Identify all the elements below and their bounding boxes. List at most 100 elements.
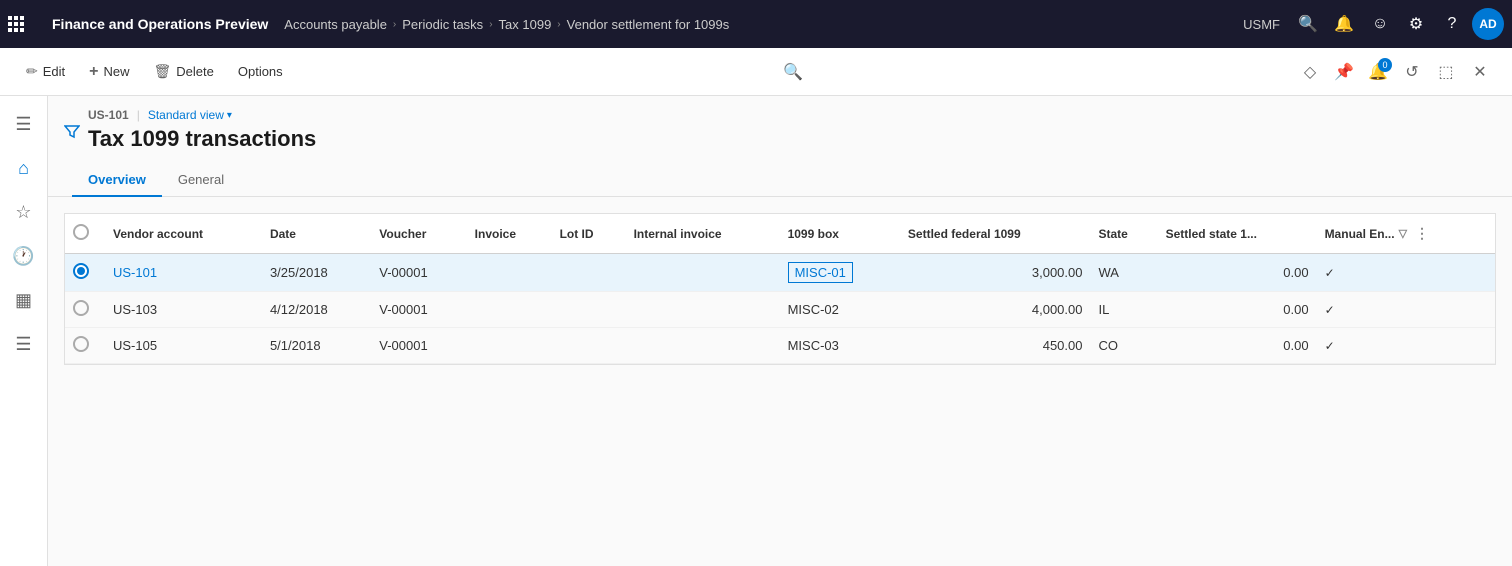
top-navigation-bar: Finance and Operations Preview Accounts … — [0, 0, 1512, 48]
refresh-icon[interactable]: ↺ — [1396, 56, 1428, 88]
row-2-vendor-account[interactable]: US-103 — [105, 292, 262, 328]
delete-button[interactable]: 🗑 Delete — [144, 57, 224, 86]
new-button[interactable]: + New — [79, 57, 139, 87]
edit-button[interactable]: ✏ Edit — [16, 57, 75, 86]
sidebar-workspaces-icon[interactable]: ▦ — [4, 280, 44, 320]
delete-icon: 🗑 — [154, 63, 172, 80]
breadcrumb-sep-1: › — [489, 19, 492, 30]
app-grid-button[interactable] — [8, 16, 24, 32]
toolbar-search-button[interactable]: 🔍 — [777, 56, 809, 88]
row-3-voucher: V-00001 — [371, 328, 466, 364]
breadcrumb-sep-0: › — [393, 19, 396, 30]
row-3-radio[interactable] — [73, 336, 89, 352]
row-1-vendor-account[interactable]: US-101 — [105, 254, 262, 292]
edit-icon: ✏ — [26, 63, 38, 80]
col-manual-en: Manual En... ▽ ⋮ — [1317, 214, 1495, 254]
row-3-lot-id — [552, 328, 626, 364]
row-1-state: WA — [1090, 254, 1157, 292]
row-3-vendor-account[interactable]: US-105 — [105, 328, 262, 364]
column-menu-icon[interactable]: ⋮ — [1415, 225, 1429, 242]
new-label: New — [103, 64, 129, 79]
feedback-button[interactable]: ☺ — [1364, 8, 1396, 40]
bell-icon: 🔔 — [1334, 14, 1354, 34]
row-2-settled-federal: 4,000.00 — [900, 292, 1091, 328]
options-button[interactable]: Options — [228, 58, 293, 85]
view-selector: US-101 | Standard view ▾ — [88, 108, 1488, 122]
col-lot-id: Lot ID — [552, 214, 626, 254]
sidebar-recent-icon[interactable]: 🕐 — [4, 236, 44, 276]
table-row[interactable]: US-101 3/25/2018 V-00001 MISC-01 3,000.0… — [65, 254, 1495, 292]
row-2-invoice — [467, 292, 552, 328]
options-label: Options — [238, 64, 283, 79]
left-sidebar: ☰ ⌂ ☆ 🕐 ▦ ☰ — [0, 96, 48, 566]
view-name-dropdown[interactable]: Standard view ▾ — [148, 108, 232, 122]
column-filter-icon[interactable]: ▽ — [1399, 227, 1407, 240]
select-all-header[interactable] — [65, 214, 105, 254]
delete-label: Delete — [176, 64, 214, 79]
notifications-icon[interactable]: 0 🔔 — [1362, 56, 1394, 88]
checkmark-icon-1: ✓ — [1325, 266, 1335, 280]
breadcrumb-item-2[interactable]: Tax 1099 — [499, 17, 552, 32]
filter-funnel-icon[interactable] — [64, 124, 80, 143]
org-label: USMF — [1243, 17, 1280, 32]
row-2-state: IL — [1090, 292, 1157, 328]
tab-general[interactable]: General — [162, 164, 240, 197]
row-1-radio[interactable] — [73, 263, 89, 279]
breadcrumb-sep-2: › — [557, 19, 560, 30]
select-all-checkbox[interactable] — [73, 224, 89, 240]
settings-button[interactable]: ⚙ — [1400, 8, 1432, 40]
row-1-lot-id — [552, 254, 626, 292]
sidebar-home-icon[interactable]: ⌂ — [4, 148, 44, 188]
row-1-select[interactable] — [65, 254, 105, 292]
view-id-label: US-101 — [88, 108, 129, 122]
user-avatar-button[interactable]: AD — [1472, 8, 1504, 40]
table-row[interactable]: US-105 5/1/2018 V-00001 MISC-03 450.00 C… — [65, 328, 1495, 364]
row-2-select[interactable] — [65, 292, 105, 328]
row-3-invoice — [467, 328, 552, 364]
notification-bell-button[interactable]: 🔔 — [1328, 8, 1360, 40]
open-new-window-icon[interactable]: ⬚ — [1430, 56, 1462, 88]
col-manual-en-header: Manual En... ▽ ⋮ — [1325, 225, 1487, 242]
row-2-date: 4/12/2018 — [262, 292, 371, 328]
tabs-bar: Overview General — [48, 164, 1512, 197]
row-2-settled-state: 0.00 — [1158, 292, 1317, 328]
row-1-1099-box[interactable]: MISC-01 — [780, 254, 900, 292]
col-invoice: Invoice — [467, 214, 552, 254]
page-header-row: US-101 | Standard view ▾ Tax 1099 transa… — [48, 96, 1512, 164]
col-settled-federal: Settled federal 1099 — [900, 214, 1091, 254]
row-1-date: 3/25/2018 — [262, 254, 371, 292]
row-3-1099-box: MISC-03 — [780, 328, 900, 364]
content-wrapper: US-101 | Standard view ▾ Tax 1099 transa… — [88, 108, 1488, 164]
tab-overview[interactable]: Overview — [72, 164, 162, 197]
app-title: Finance and Operations Preview — [36, 16, 284, 32]
breadcrumb-item-3[interactable]: Vendor settlement for 1099s — [567, 17, 730, 32]
table-row[interactable]: US-103 4/12/2018 V-00001 MISC-02 4,000.0… — [65, 292, 1495, 328]
row-3-manual-en: ✓ — [1317, 328, 1495, 364]
box-1099-cell-1[interactable]: MISC-01 — [788, 262, 853, 283]
vendor-account-link-1[interactable]: US-101 — [113, 265, 157, 280]
edit-label: Edit — [43, 64, 65, 79]
col-vendor-account: Vendor account — [105, 214, 262, 254]
content-area: US-101 | Standard view ▾ Tax 1099 transa… — [48, 96, 1512, 566]
sidebar-modules-icon[interactable]: ☰ — [4, 324, 44, 364]
sidebar-menu-icon[interactable]: ☰ — [4, 104, 44, 144]
row-2-1099-box: MISC-02 — [780, 292, 900, 328]
row-1-settled-state: 0.00 — [1158, 254, 1317, 292]
personalize-icon[interactable]: ◇ — [1294, 56, 1326, 88]
row-3-select[interactable] — [65, 328, 105, 364]
pin-icon[interactable]: 📌 — [1328, 56, 1360, 88]
row-2-lot-id — [552, 292, 626, 328]
sidebar-favorites-icon[interactable]: ☆ — [4, 192, 44, 232]
row-2-radio[interactable] — [73, 300, 89, 316]
row-1-settled-federal: 3,000.00 — [900, 254, 1091, 292]
search-button[interactable]: 🔍 — [1292, 8, 1324, 40]
row-1-internal-invoice — [626, 254, 780, 292]
breadcrumb-item-1[interactable]: Periodic tasks — [402, 17, 483, 32]
table-container: Vendor account Date Voucher Invoice Lot … — [48, 197, 1512, 566]
main-layout: ☰ ⌂ ☆ 🕐 ▦ ☰ US-101 | Standard view ▾ — [0, 96, 1512, 566]
page-title: Tax 1099 transactions — [88, 126, 1488, 152]
breadcrumb-item-0[interactable]: Accounts payable — [284, 17, 387, 32]
close-button[interactable]: ✕ — [1464, 56, 1496, 88]
help-button[interactable]: ? — [1436, 8, 1468, 40]
chevron-down-icon: ▾ — [227, 110, 232, 121]
